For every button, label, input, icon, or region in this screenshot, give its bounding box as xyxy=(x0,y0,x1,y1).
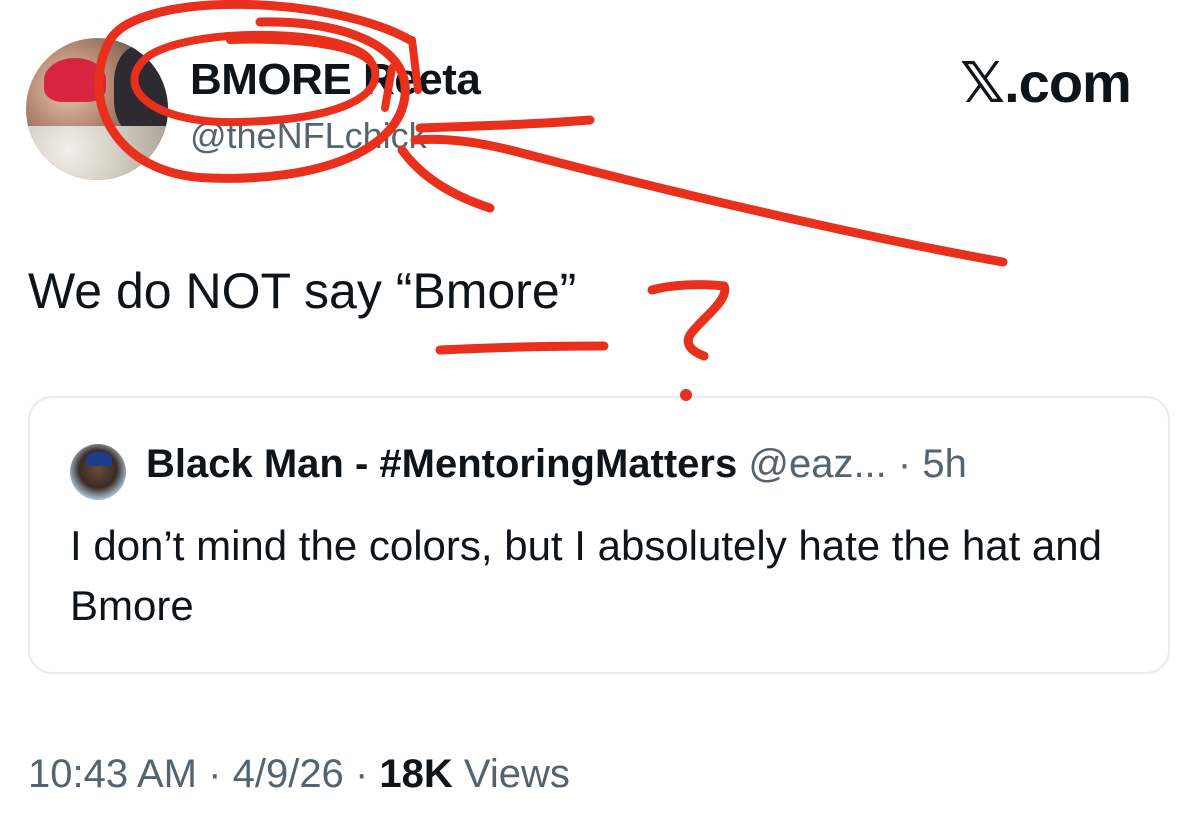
avatar-fur xyxy=(26,126,168,180)
quoted-display-name[interactable]: Black Man - #MentoringMatters xyxy=(146,442,737,486)
separator-dot: · xyxy=(208,752,222,796)
views-label[interactable]: Views xyxy=(464,752,570,796)
avatar-hat xyxy=(44,58,106,102)
tweet-time[interactable]: 10:43 AM xyxy=(28,752,197,796)
tweet-meta: 10:43 AM · 4/9/26 · 18K Views xyxy=(28,752,570,797)
markup-bmore-underline xyxy=(435,341,609,355)
avatar-background xyxy=(114,46,168,136)
markup-question-mark xyxy=(647,280,730,361)
markup-arrow-head xyxy=(397,145,495,213)
user-handle[interactable]: @theNFLchick xyxy=(190,115,427,157)
tweet-text: We do NOT say “Bmore” xyxy=(28,263,577,319)
avatar[interactable] xyxy=(26,38,168,180)
tweet-date[interactable]: 4/9/26 xyxy=(233,752,344,796)
quoted-avatar[interactable] xyxy=(70,444,126,500)
separator-dot: · xyxy=(354,752,369,796)
quoted-tweet-text: I don’t mind the colors, but I absolutel… xyxy=(70,522,1102,629)
markup-handle-underline xyxy=(415,115,595,133)
markup-arrow-shaft xyxy=(410,134,1008,267)
quoted-handle[interactable]: @eaz... xyxy=(748,442,886,486)
quoted-tweet-header: Black Man - #MentoringMatters @eaz... · … xyxy=(146,442,967,487)
x-logo-watermark: 𝕏.com xyxy=(960,51,1132,114)
display-name[interactable]: BMORE Reeta xyxy=(190,55,481,105)
quoted-timestamp[interactable]: 5h xyxy=(922,442,967,486)
tweet: BMORE Reeta @theNFLchick 𝕏.com We do NOT… xyxy=(0,0,1200,822)
quoted-avatar-cap xyxy=(86,452,112,466)
separator-dot: · xyxy=(897,442,912,486)
views-count[interactable]: 18K xyxy=(379,752,452,796)
quoted-tweet-card[interactable]: Black Man - #MentoringMatters @eaz... · … xyxy=(28,396,1170,674)
